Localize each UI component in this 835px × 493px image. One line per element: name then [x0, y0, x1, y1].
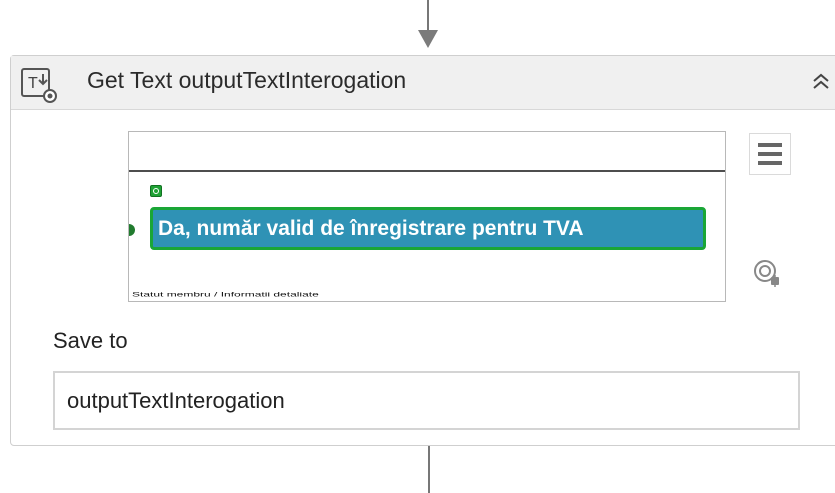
- incoming-arrow-icon: [418, 30, 438, 48]
- target-preview-image[interactable]: Da, număr valid de înregistrare pentru T…: [128, 131, 726, 302]
- activity-title: Get Text outputTextInterogation: [87, 67, 407, 93]
- outgoing-connector: [428, 446, 430, 493]
- target-settings-icon[interactable]: [752, 258, 782, 288]
- highlighted-target: Da, număr valid de înregistrare pentru T…: [150, 207, 706, 250]
- incoming-connector: [427, 0, 429, 32]
- target-marker-icon: [150, 185, 162, 197]
- text-output-icon: T: [21, 68, 57, 103]
- preview-top-bar: [129, 132, 725, 172]
- get-text-activity[interactable]: T Get Text outputTextInterogation Da, nu…: [10, 55, 835, 446]
- clipped-preview-text: Statut membru / Informatii detaliate: [132, 291, 319, 298]
- edge-marker: [129, 224, 135, 236]
- workflow-canvas: T Get Text outputTextInterogation Da, nu…: [0, 0, 835, 493]
- double-chevron-up-icon[interactable]: [811, 72, 831, 92]
- target-text: Da, număr valid de înregistrare pentru T…: [158, 217, 584, 240]
- save-to-label: Save to: [53, 328, 128, 353]
- svg-text:T: T: [28, 75, 38, 92]
- hamburger-menu-icon[interactable]: [749, 133, 791, 175]
- activity-header[interactable]: T Get Text outputTextInterogation: [11, 56, 835, 110]
- save-to-input[interactable]: [53, 371, 800, 430]
